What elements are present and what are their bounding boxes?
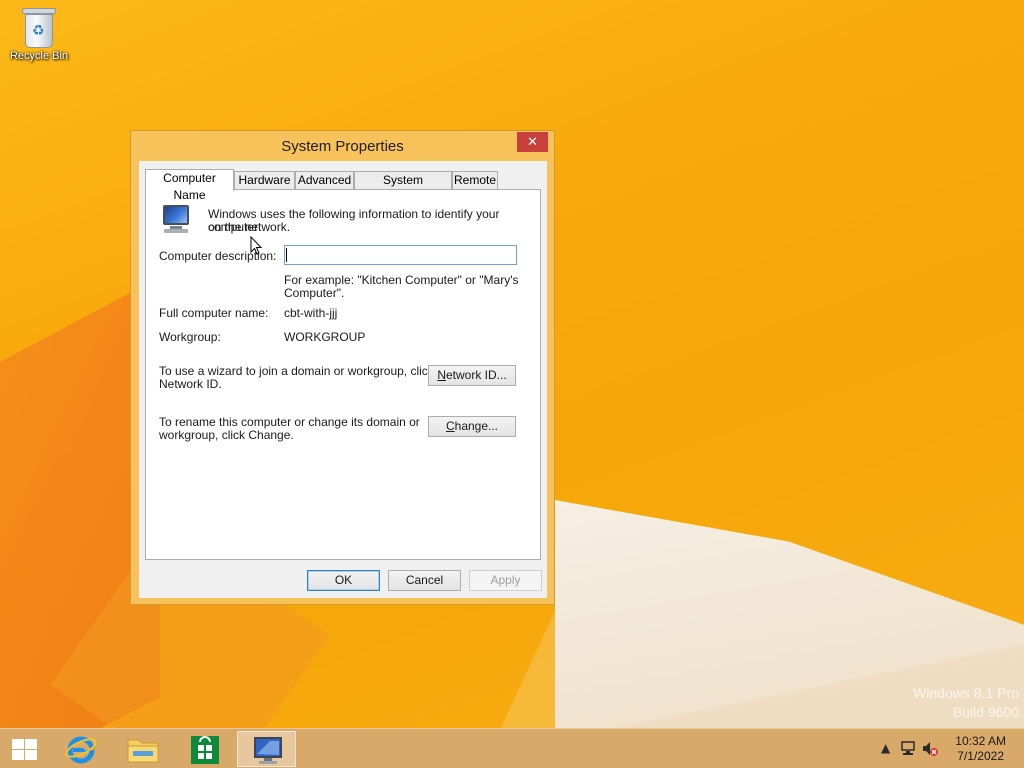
tab-computer-name[interactable]: Computer Name: [145, 169, 234, 202]
full-name-value: cbt-with-jjj: [284, 306, 338, 320]
computer-name-tab-page: Windows uses the following information t…: [145, 189, 541, 560]
taskbar-store[interactable]: [176, 731, 232, 767]
watermark-build: Build 9600: [952, 704, 1019, 720]
change-button[interactable]: Change...: [428, 416, 516, 437]
workgroup-value: WORKGROUP: [284, 330, 366, 344]
apply-button[interactable]: Apply: [469, 570, 542, 591]
windows-logo-icon: [12, 739, 38, 761]
text-caret: [286, 248, 287, 262]
start-button[interactable]: [0, 731, 48, 767]
dialog-title: System Properties: [281, 138, 404, 155]
tab-hardware[interactable]: Hardware: [234, 171, 295, 190]
taskbar-internet-explorer[interactable]: [54, 731, 110, 767]
system-tray: ▲ 10:32 AM 7/1/2022: [864, 729, 1024, 768]
network-id-button[interactable]: Network ID...: [428, 365, 516, 386]
workgroup-label: Workgroup:: [159, 330, 221, 344]
change-access-key: C: [445, 419, 455, 433]
example-text-line2: Computer".: [284, 286, 345, 300]
system-properties-dialog: System Properties ✕ Computer Name Hardwa…: [130, 130, 555, 605]
change-button-label: hange...: [454, 419, 499, 433]
intro-text-line2: on the network.: [208, 220, 291, 234]
taskbar: ▲ 10:32 AM 7/1/2022: [0, 728, 1024, 768]
taskbar-system-properties[interactable]: [237, 731, 296, 767]
computer-icon: [254, 737, 282, 764]
store-icon: [191, 736, 219, 764]
rename-text-line2: workgroup, click Change.: [159, 428, 294, 442]
full-name-label: Full computer name:: [159, 306, 269, 320]
dialog-titlebar[interactable]: System Properties ✕: [131, 131, 554, 161]
taskbar-file-explorer[interactable]: [115, 731, 171, 767]
cancel-button[interactable]: Cancel: [388, 570, 461, 591]
clock-time: 10:32 AM: [955, 734, 1006, 748]
clock[interactable]: 10:32 AM 7/1/2022: [955, 734, 1006, 764]
recycle-bin-icon: [22, 6, 56, 48]
recycle-bin-label: Recycle Bin: [9, 50, 69, 62]
network-id-text-line2: Network ID.: [159, 377, 222, 391]
close-icon: ✕: [527, 134, 538, 149]
volume-muted-icon[interactable]: [921, 740, 939, 758]
folder-icon: [127, 739, 159, 763]
dialog-client-area: Computer Name Hardware Advanced System P…: [139, 161, 547, 598]
computer-description-input[interactable]: [284, 245, 517, 265]
network-id-button-label: etwork ID...: [445, 368, 507, 382]
tab-system-protection[interactable]: System Protection: [354, 171, 452, 204]
network-id-access-key: N: [437, 368, 446, 382]
ok-button[interactable]: OK: [307, 570, 380, 591]
tab-advanced[interactable]: Advanced: [295, 171, 354, 190]
network-icon[interactable]: [899, 741, 917, 757]
show-hidden-icons-chevron-icon[interactable]: ▲: [881, 741, 890, 755]
close-button[interactable]: ✕: [517, 132, 548, 152]
internet-explorer-icon: [65, 736, 97, 764]
watermark-edition: Windows 8.1 Pro: [913, 685, 1019, 701]
computer-icon: [160, 204, 192, 234]
tab-remote[interactable]: Remote: [452, 171, 498, 190]
clock-date: 7/1/2022: [957, 749, 1004, 763]
recycle-bin-desktop-icon[interactable]: Recycle Bin: [6, 6, 72, 62]
windows-watermark: Windows 8.1 Pro Build 9600: [913, 684, 1019, 722]
